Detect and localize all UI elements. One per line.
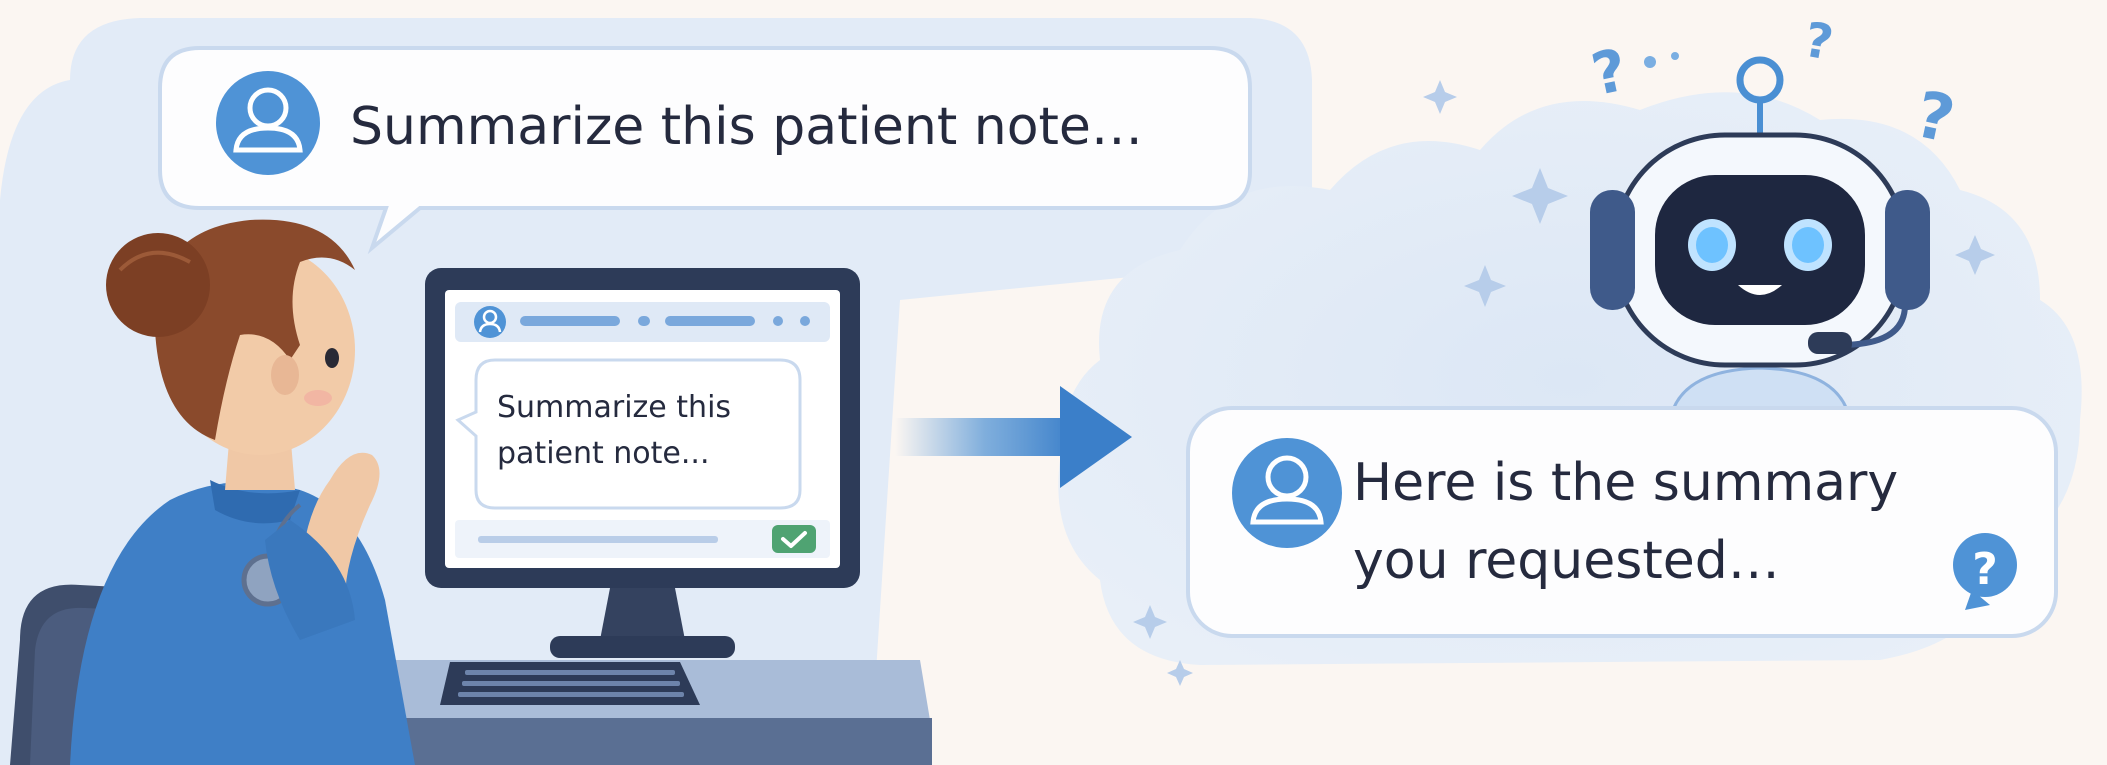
- illustration-scene: ? ? ? Summarize this patient note… Summa…: [0, 0, 2107, 765]
- question-mark: ?: [1909, 78, 1961, 158]
- prompt-bubble-text: Summarize this patient note…: [350, 97, 1143, 157]
- checkmark-icon: [772, 525, 816, 553]
- response-line1: Here is the summary: [1353, 453, 1898, 513]
- help-badge-text: ?: [1972, 544, 1998, 595]
- monitor-chat-text-line2: patient note...: [497, 436, 710, 471]
- user-avatar-icon: [1232, 438, 1342, 548]
- question-mark: ?: [1800, 12, 1837, 72]
- response-bubble: Here is the summary you requested… ?: [1186, 406, 2058, 638]
- user-avatar-icon: [216, 71, 320, 175]
- illustration-canvas: ? ? ? Summarize this patient note… Summa…: [0, 12, 2082, 765]
- question-mark: ?: [1586, 35, 1633, 109]
- response-line2: you requested…: [1353, 531, 1780, 591]
- monitor-chat-text-line1: Summarize this: [497, 390, 731, 425]
- user-avatar-icon: [474, 306, 506, 338]
